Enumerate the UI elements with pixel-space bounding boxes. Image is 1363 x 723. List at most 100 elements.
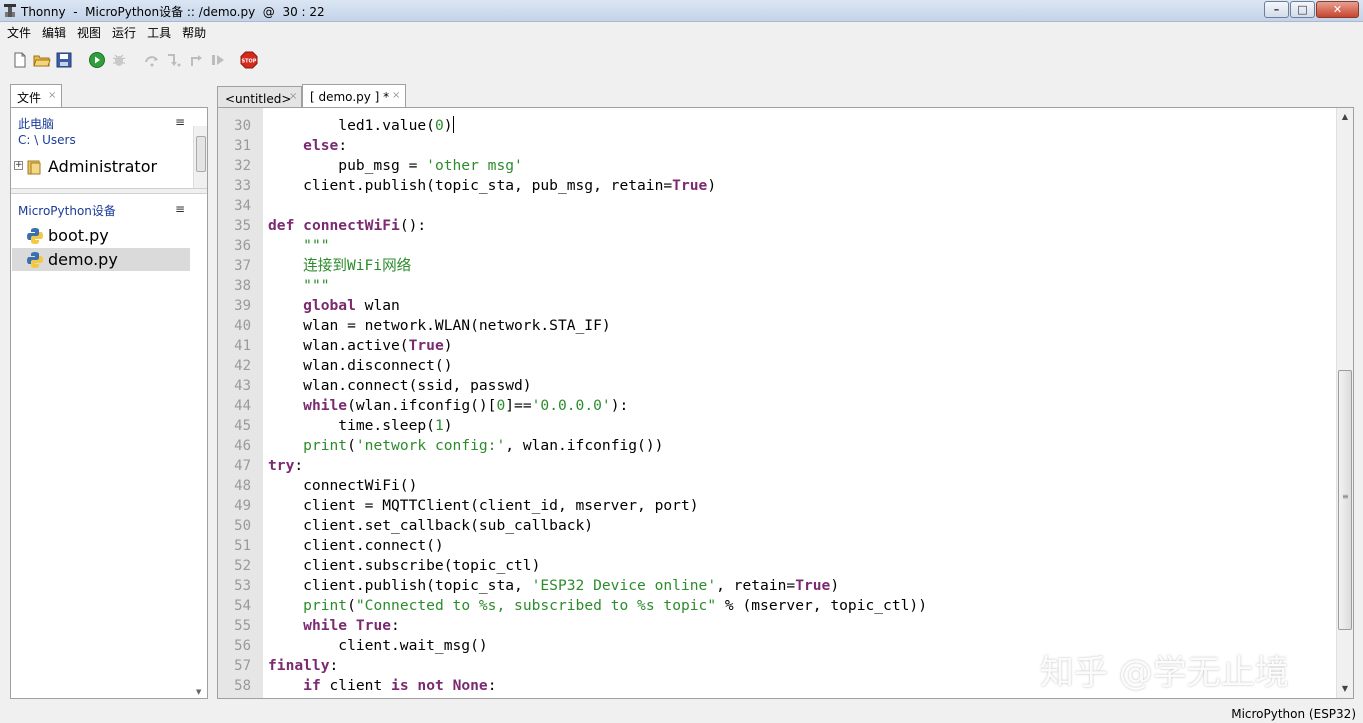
resume-icon[interactable] <box>209 51 227 69</box>
menu-tools[interactable]: 工具 <box>142 22 177 41</box>
code-text[interactable]: while True: <box>268 616 400 636</box>
step-over-icon[interactable] <box>143 51 161 69</box>
list-item-selected[interactable]: demo.py <box>12 248 190 271</box>
code-text[interactable]: wlan.connect(ssid, passwd) <box>268 376 531 396</box>
interpreter-status[interactable]: MicroPython (ESP32) <box>1231 707 1356 721</box>
code-line[interactable]: 43 wlan.connect(ssid, passwd) <box>218 376 1336 396</box>
code-line[interactable]: 41 wlan.active(True) <box>218 336 1336 356</box>
local-scrollbar[interactable] <box>193 126 207 188</box>
device-scroll-track: ▼ <box>193 194 207 698</box>
step-into-icon[interactable] <box>165 51 183 69</box>
code-line[interactable]: 36 """ <box>218 236 1336 256</box>
device-menu-icon[interactable]: ≡ <box>175 202 185 216</box>
code-line[interactable]: 42 wlan.disconnect() <box>218 356 1336 376</box>
line-number: 58 <box>234 678 251 694</box>
scroll-up-icon[interactable]: ▲ <box>1337 109 1353 125</box>
code-text[interactable]: 连接到WiFi网络 <box>268 256 411 276</box>
code-text[interactable]: wlan = network.WLAN(network.STA_IF) <box>268 316 611 336</box>
code-text[interactable]: finally: <box>268 656 338 676</box>
tab-untitled[interactable]: <untitled> × <box>217 86 302 108</box>
code-text[interactable]: """ <box>268 276 329 296</box>
local-scroll-thumb[interactable] <box>196 136 206 172</box>
code-line[interactable]: 48 connectWiFi() <box>218 476 1336 496</box>
code-line[interactable]: 52 client.subscribe(topic_ctl) <box>218 556 1336 576</box>
code-text[interactable]: client.subscribe(topic_ctl) <box>268 556 540 576</box>
list-item[interactable]: boot.py <box>12 224 190 247</box>
local-menu-icon[interactable]: ≡ <box>175 115 185 129</box>
code-text[interactable]: client.publish(topic_sta, pub_msg, retai… <box>268 176 716 196</box>
line-number: 46 <box>234 438 251 454</box>
files-tab[interactable]: 文件 × <box>10 84 62 108</box>
code-line[interactable]: 46 print('network config:', wlan.ifconfi… <box>218 436 1336 456</box>
code-text[interactable]: if client is not None: <box>268 676 496 696</box>
step-out-icon[interactable] <box>187 51 205 69</box>
code-text[interactable]: client.set_callback(sub_callback) <box>268 516 593 536</box>
code-line[interactable]: 53 client.publish(topic_sta, 'ESP32 Devi… <box>218 576 1336 596</box>
menu-edit[interactable]: 编辑 <box>37 22 72 41</box>
code-line[interactable]: 47 try: <box>218 456 1336 476</box>
line-number: 54 <box>234 598 251 614</box>
editor-scrollbar[interactable]: ▲ ≡ ▼ <box>1336 108 1353 698</box>
code-line[interactable]: 40 wlan = network.WLAN(network.STA_IF) <box>218 316 1336 336</box>
code-line[interactable]: 45 time.sleep(1) <box>218 416 1336 436</box>
code-text[interactable]: print('network config:', wlan.ifconfig()… <box>268 436 663 456</box>
close-tab-icon[interactable]: × <box>48 90 56 101</box>
new-file-icon[interactable] <box>11 51 29 69</box>
code-text[interactable]: connectWiFi() <box>268 476 417 496</box>
code-text[interactable]: led1.value(0) <box>268 116 454 136</box>
menu-help[interactable]: 帮助 <box>177 22 212 41</box>
code-line[interactable]: 50 client.set_callback(sub_callback) <box>218 516 1336 536</box>
menu-run[interactable]: 运行 <box>107 22 142 41</box>
code-text[interactable]: wlan.disconnect() <box>268 356 452 376</box>
code-text[interactable]: print("Connected to %s, subscribed to %s… <box>268 596 927 616</box>
code-editor[interactable]: 30 led1.value(0) 31 else: 32 pub_msg = 'ot… <box>217 107 1354 699</box>
minimize-button[interactable]: – <box>1264 1 1289 18</box>
code-line[interactable]: 34 <box>218 196 1336 216</box>
scroll-down-icon[interactable]: ▼ <box>196 688 201 696</box>
code-text[interactable]: global wlan <box>268 296 400 316</box>
code-text[interactable]: try: <box>268 456 303 476</box>
code-line[interactable]: 35 def connectWiFi(): <box>218 216 1336 236</box>
code-line[interactable]: 33 client.publish(topic_sta, pub_msg, re… <box>218 176 1336 196</box>
expand-icon[interactable]: + <box>14 161 23 170</box>
scroll-down-icon[interactable]: ▼ <box>1337 681 1353 697</box>
code-text[interactable]: else: <box>268 136 347 156</box>
stop-icon[interactable]: STOP <box>240 51 258 69</box>
code-line[interactable]: 38 """ <box>218 276 1336 296</box>
code-line[interactable]: 31 else: <box>218 136 1336 156</box>
code-text[interactable]: time.sleep(1) <box>268 416 452 436</box>
code-line[interactable]: 32 pub_msg = 'other msg' <box>218 156 1336 176</box>
code-text[interactable]: client.wait_msg() <box>268 636 487 656</box>
close-window-button[interactable]: ✕ <box>1316 1 1359 18</box>
code-line[interactable]: 54 print("Connected to %s, subscribed to… <box>218 596 1336 616</box>
code-text[interactable]: client.connect() <box>268 536 444 556</box>
code-line[interactable]: 37 连接到WiFi网络 <box>218 256 1336 276</box>
code-text[interactable]: pub_msg = 'other msg' <box>268 156 523 176</box>
list-item[interactable]: + Administrator <box>12 155 190 178</box>
code-text[interactable]: wlan.active(True) <box>268 336 452 356</box>
code-text[interactable]: while(wlan.ifconfig()[0]=='0.0.0.0'): <box>268 396 628 416</box>
code-line[interactable]: 30 led1.value(0) <box>218 116 1336 136</box>
code-text[interactable]: client.publish(topic_sta, 'ESP32 Device … <box>268 576 839 596</box>
menu-view[interactable]: 视图 <box>72 22 107 41</box>
close-tab-icon[interactable]: × <box>289 91 297 102</box>
local-path-breadcrumb[interactable]: C: \ Users <box>18 133 76 147</box>
close-tab-icon[interactable]: × <box>392 90 400 101</box>
menu-file[interactable]: 文件 <box>2 22 37 41</box>
line-number: 42 <box>234 358 251 374</box>
code-line[interactable]: 55 while True: <box>218 616 1336 636</box>
code-line[interactable]: 44 while(wlan.ifconfig()[0]=='0.0.0.0'): <box>218 396 1336 416</box>
code-line[interactable]: 39 global wlan <box>218 296 1336 316</box>
open-folder-icon[interactable] <box>33 51 51 69</box>
run-icon[interactable] <box>88 51 106 69</box>
code-text[interactable]: client = MQTTClient(client_id, mserver, … <box>268 496 698 516</box>
maximize-button[interactable]: □ <box>1290 1 1315 18</box>
save-icon[interactable] <box>55 51 73 69</box>
debug-icon[interactable] <box>110 51 128 69</box>
tab-demo-py[interactable]: [ demo.py ] * × <box>302 84 406 108</box>
code-text[interactable]: def connectWiFi(): <box>268 216 426 236</box>
code-line[interactable]: 51 client.connect() <box>218 536 1336 556</box>
code-text[interactable]: """ <box>268 236 329 256</box>
scroll-thumb[interactable]: ≡ <box>1338 370 1352 630</box>
code-line[interactable]: 49 client = MQTTClient(client_id, mserve… <box>218 496 1336 516</box>
